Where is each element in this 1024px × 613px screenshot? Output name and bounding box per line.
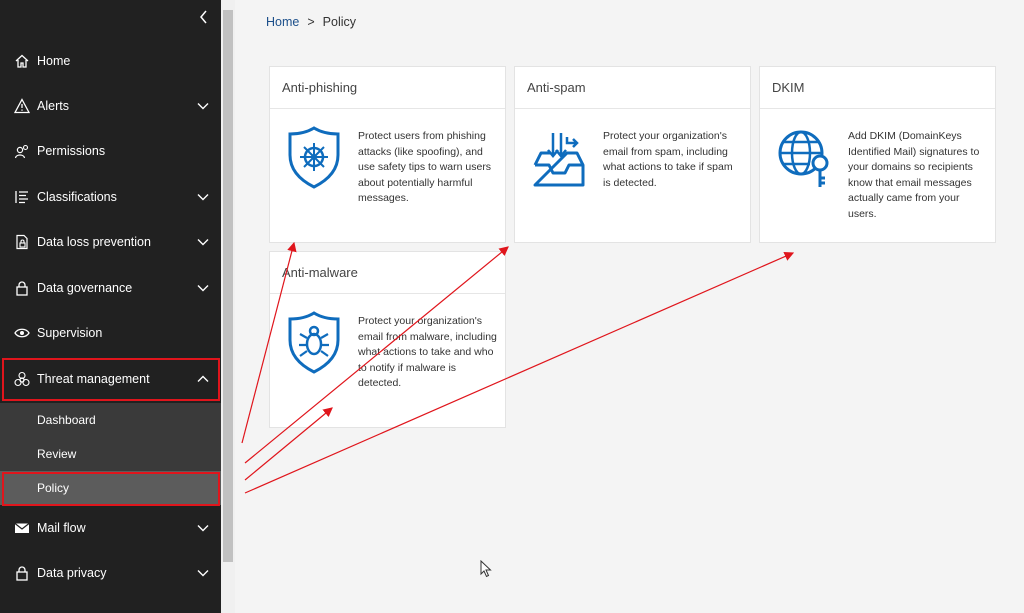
sidebar-item-mail-flow[interactable]: Mail flow <box>0 505 221 550</box>
card-title: Anti-malware <box>270 252 505 294</box>
card-anti-phishing[interactable]: Anti-phishing Protect users from phishin… <box>269 66 506 243</box>
submenu-item-label: Dashboard <box>37 413 96 427</box>
chevron-down-icon[interactable] <box>196 190 210 204</box>
breadcrumb-home-link[interactable]: Home <box>266 15 299 29</box>
chevron-down-icon[interactable] <box>196 99 210 113</box>
submenu-item-label: Review <box>37 447 77 461</box>
shield-phishing-icon <box>288 126 340 189</box>
sidebar-item-label: Data loss prevention <box>37 234 151 249</box>
card-anti-spam[interactable]: Anti-spam Protect your organization's em… <box>514 66 751 243</box>
card-description: Protect your organization's email from s… <box>603 130 733 189</box>
sidebar-item-label: Permissions <box>37 143 106 158</box>
submenu-item-label: Policy <box>37 481 70 495</box>
breadcrumb: Home > Policy <box>266 15 356 29</box>
card-description: Protect your organization's email from m… <box>358 315 497 389</box>
sidebar-item-data-privacy[interactable]: Data privacy <box>0 550 221 595</box>
breadcrumb-current: Policy <box>322 15 356 29</box>
sidebar-item-label: Data governance <box>37 280 133 295</box>
card-title: Anti-phishing <box>270 67 505 109</box>
sidebar-item-home[interactable]: Home <box>0 38 221 83</box>
submenu-item-dashboard[interactable]: Dashboard <box>0 403 221 437</box>
mouse-cursor-icon <box>480 560 492 578</box>
sidebar-item-data-governance[interactable]: Data governance <box>0 265 221 310</box>
sidebar-item-threat-management[interactable]: Threat management <box>0 356 221 401</box>
chevron-down-icon[interactable] <box>196 281 210 295</box>
sidebar-item-label: Threat management <box>37 371 150 386</box>
chevron-down-icon[interactable] <box>196 235 210 249</box>
chevron-down-icon[interactable] <box>196 566 210 580</box>
collapse-sidebar-icon[interactable] <box>196 7 212 27</box>
chevron-up-icon[interactable] <box>196 372 210 386</box>
sidebar-item-label: Supervision <box>37 325 103 340</box>
sidebar-item-label: Data privacy <box>37 565 107 580</box>
sidebar: Home Alerts Permissions Classifications … <box>0 0 221 613</box>
inbox-spam-icon <box>533 133 585 187</box>
submenu-item-policy[interactable]: Policy <box>0 471 221 505</box>
warning-icon <box>14 97 30 113</box>
sidebar-item-label: Home <box>37 53 71 68</box>
sidebar-scrollbar-thumb[interactable] <box>223 10 233 562</box>
card-title: DKIM <box>760 67 995 109</box>
sidebar-item-label: Mail flow <box>37 520 86 535</box>
dlp-icon <box>16 234 28 249</box>
people-icon <box>14 144 29 158</box>
shield-bug-icon <box>288 311 340 374</box>
card-description: Protect users from phishing attacks (lik… <box>358 130 492 204</box>
lock-icon <box>16 280 28 296</box>
card-anti-malware[interactable]: Anti-malware Protect your organization's… <box>269 251 506 428</box>
sidebar-item-label: Classifications <box>37 189 117 204</box>
home-icon <box>15 54 29 68</box>
globe-key-icon <box>778 130 829 187</box>
eye-icon <box>14 328 30 337</box>
card-dkim[interactable]: DKIM Add DKIM (DomainKeys Identified Mai… <box>759 66 996 243</box>
submenu-item-review[interactable]: Review <box>0 437 221 471</box>
breadcrumb-separator: > <box>307 15 315 29</box>
biohazard-icon <box>14 371 30 386</box>
sidebar-item-data-loss-prevention[interactable]: Data loss prevention <box>0 219 221 264</box>
card-description: Add DKIM (DomainKeys Identified Mail) si… <box>848 130 980 220</box>
sidebar-item-alerts[interactable]: Alerts <box>0 83 221 128</box>
lock-icon <box>16 565 28 581</box>
sidebar-item-permissions[interactable]: Permissions <box>0 128 221 173</box>
mail-icon <box>14 522 30 533</box>
sidebar-item-label: Alerts <box>37 98 69 113</box>
list-icon <box>15 190 28 203</box>
sidebar-item-supervision[interactable]: Supervision <box>0 310 221 355</box>
sidebar-item-classifications[interactable]: Classifications <box>0 174 221 219</box>
card-title: Anti-spam <box>515 67 750 109</box>
chevron-down-icon[interactable] <box>196 521 210 535</box>
